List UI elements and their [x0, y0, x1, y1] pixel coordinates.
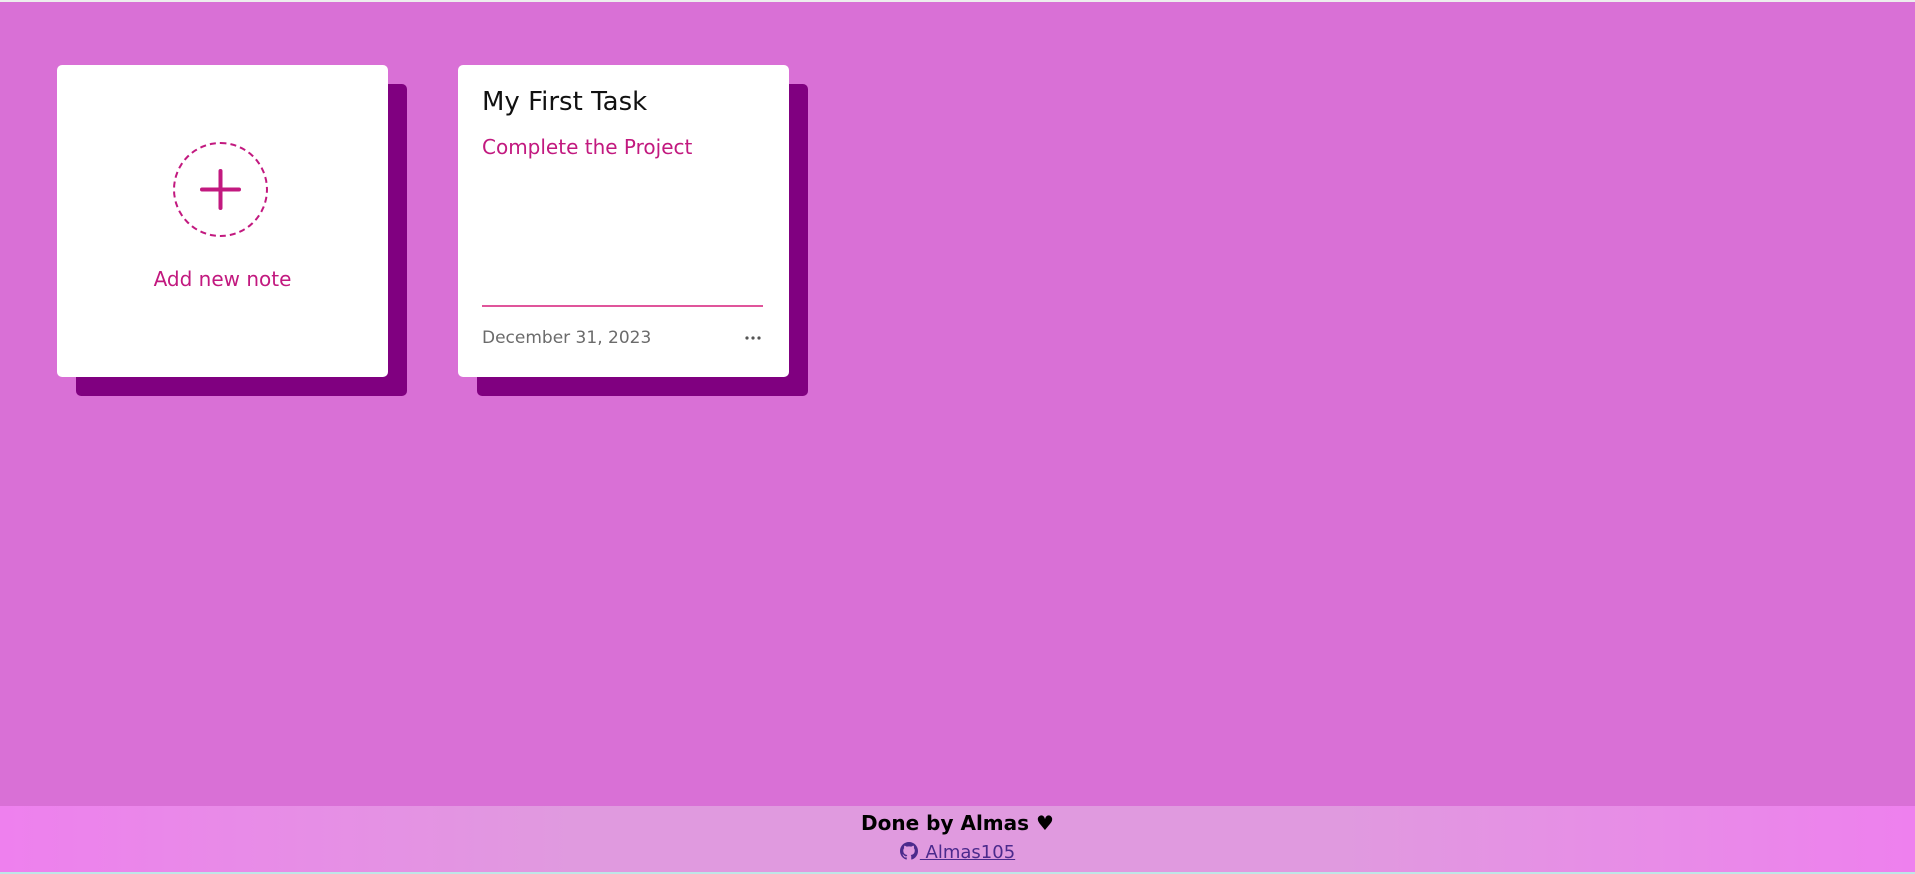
github-username: Almas105: [919, 842, 1016, 863]
note-divider: [482, 305, 763, 307]
github-icon: [899, 842, 918, 860]
note-description: Complete the Project: [482, 135, 693, 159]
add-note-card[interactable]: Add new note: [57, 65, 388, 377]
more-horizontal-icon[interactable]: [744, 333, 762, 343]
note-card-wrapper: My First Task Complete the Project Decem…: [458, 65, 808, 398]
footer: Done by Almas ♥ Almas105: [0, 806, 1915, 872]
add-note-button[interactable]: [173, 142, 268, 237]
plus-icon: [200, 169, 241, 210]
github-profile-link[interactable]: Almas105: [899, 842, 1016, 863]
note-title: My First Task: [482, 87, 648, 117]
note-card: My First Task Complete the Project Decem…: [458, 65, 789, 377]
note-date: December 31, 2023: [482, 328, 652, 348]
footer-credit: Done by Almas ♥: [861, 811, 1054, 835]
footer-github: Almas105: [0, 842, 1915, 863]
add-note-card-wrapper: Add new note: [57, 65, 407, 398]
add-note-label: Add new note: [153, 267, 292, 291]
notes-board: Add new note My First Task Complete the …: [0, 2, 1915, 806]
